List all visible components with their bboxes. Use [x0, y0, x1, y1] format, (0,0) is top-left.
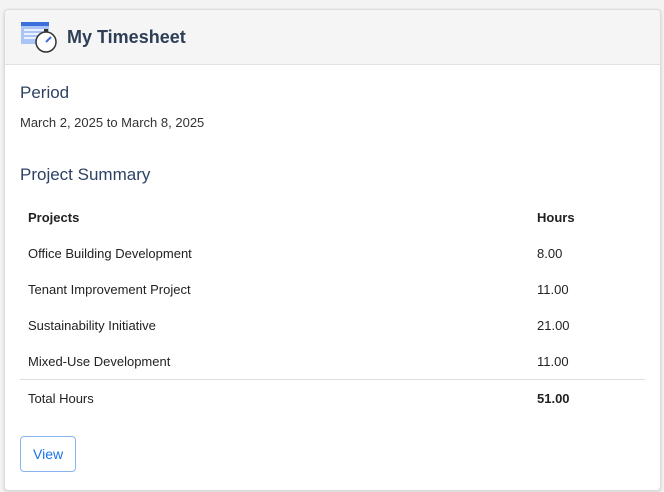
table-row: Tenant Improvement Project 11.00: [20, 271, 645, 307]
view-button[interactable]: View: [20, 436, 77, 472]
table-row: Sustainability Initiative 21.00: [20, 307, 645, 343]
project-name: Tenant Improvement Project: [28, 281, 191, 297]
project-name: Mixed-Use Development: [28, 353, 171, 369]
timesheet-stopwatch-icon: [21, 22, 57, 53]
card-header: My Timesheet: [5, 10, 660, 65]
column-header-projects: Projects: [28, 209, 80, 225]
total-hours: 51.00: [529, 379, 645, 416]
project-summary-heading: Project Summary: [20, 165, 151, 184]
card-title: My Timesheet: [67, 26, 186, 47]
period-range: March 2, 2025 to March 8, 2025: [20, 115, 205, 130]
total-row: Total Hours 51.00: [20, 379, 645, 416]
project-hours: 8.00: [537, 245, 563, 261]
project-hours: 11.00: [537, 353, 569, 369]
project-name: Office Building Development: [28, 245, 192, 261]
column-header-hours: Hours: [537, 209, 575, 225]
project-name: Sustainability Initiative: [28, 317, 156, 333]
timesheet-card: My Timesheet Period March 2, 2025 to Mar…: [4, 9, 661, 491]
project-summary-table: Projects Hours Office Building Developmen…: [20, 199, 645, 416]
table-row: Mixed-Use Development 11.00: [20, 343, 645, 380]
total-label: Total Hours: [20, 379, 529, 416]
period-heading: Period: [20, 83, 70, 102]
project-hours: 21.00: [537, 317, 570, 333]
project-hours: 11.00: [537, 281, 569, 297]
table-row: Office Building Development 8.00: [20, 235, 645, 271]
